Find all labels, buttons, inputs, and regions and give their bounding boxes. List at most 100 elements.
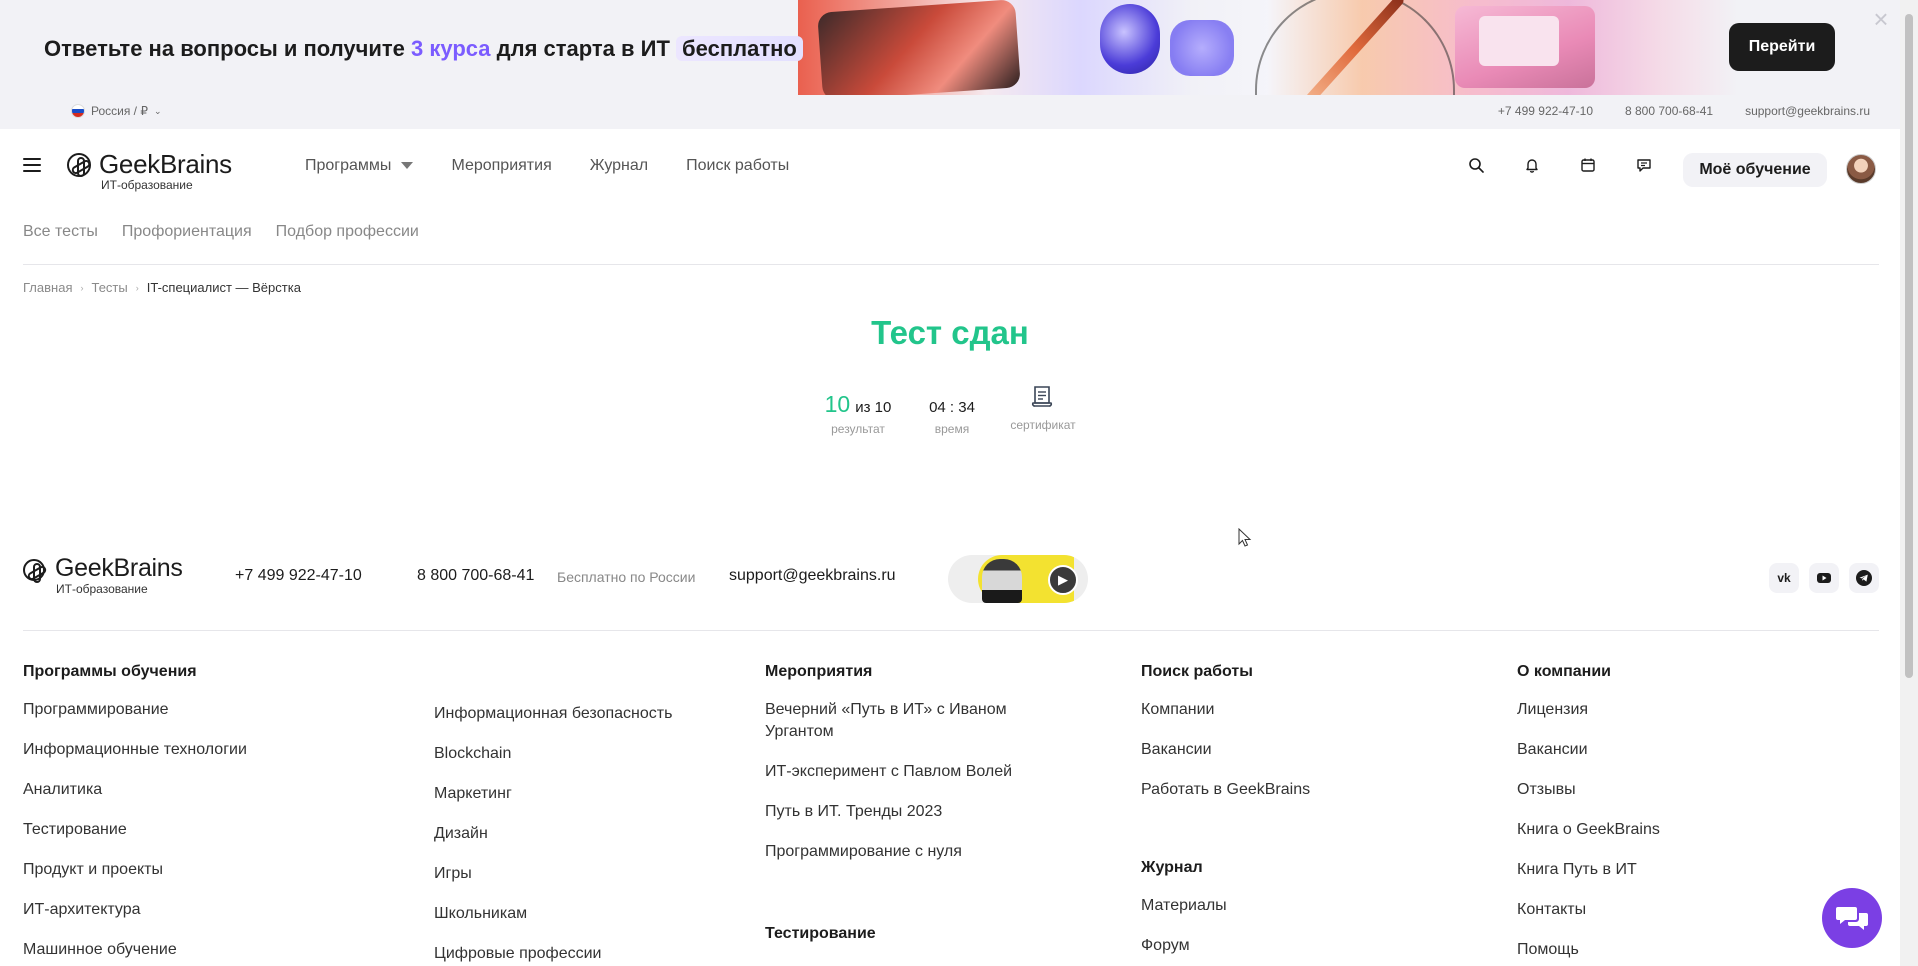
chat-icon[interactable] bbox=[1634, 155, 1654, 175]
main-header: GeekBrains ИТ-образование Программы Меро… bbox=[0, 129, 1900, 209]
footer-col-programs: Программы обучения Программирование Инфо… bbox=[23, 663, 247, 966]
footer-col-company: О компании Лицензия Вакансии Отзывы Книг… bbox=[1517, 663, 1660, 966]
footer-link[interactable]: Путь в ИТ. Тренды 2023 bbox=[765, 801, 1025, 823]
vk-icon[interactable]: vk bbox=[1769, 563, 1799, 593]
mouse-cursor-icon bbox=[1238, 528, 1252, 547]
nav-job-search[interactable]: Поиск работы bbox=[686, 157, 789, 175]
brain-logo-icon bbox=[67, 153, 91, 177]
promo-text-free: бесплатно bbox=[676, 36, 803, 61]
footer-link[interactable]: Маркетинг bbox=[434, 783, 672, 805]
calendar-icon[interactable] bbox=[1578, 155, 1598, 175]
footer-link[interactable]: Информационная безопасность bbox=[434, 703, 672, 725]
topbar-phone-1[interactable]: +7 499 922-47-10 bbox=[1498, 104, 1593, 118]
score-value: 10 из 10 bbox=[816, 390, 900, 417]
subnav-career-guidance[interactable]: Профориентация bbox=[122, 223, 252, 241]
header-icons bbox=[1466, 155, 1654, 175]
result-certificate[interactable]: сертификат bbox=[1002, 384, 1084, 432]
video-person bbox=[982, 559, 1022, 603]
footer-col-title: Мероприятия bbox=[765, 663, 873, 680]
footer-link[interactable]: Вакансии bbox=[1141, 739, 1310, 761]
promo-art-shape bbox=[1170, 20, 1234, 76]
chat-support-button[interactable] bbox=[1822, 888, 1882, 948]
topbar-email[interactable]: support@geekbrains.ru bbox=[1745, 104, 1870, 118]
score-total: из 10 bbox=[855, 399, 892, 416]
footer-link[interactable]: Программирование bbox=[23, 699, 247, 721]
footer-link[interactable]: Лицензия bbox=[1517, 699, 1660, 721]
my-learning-button[interactable]: Моё обучение bbox=[1683, 153, 1827, 187]
logo-name: GeekBrains bbox=[99, 149, 232, 179]
score-number: 10 bbox=[824, 391, 851, 417]
nav-programs[interactable]: Программы bbox=[305, 157, 414, 175]
footer-link[interactable]: Вакансии bbox=[1517, 739, 1660, 761]
divider bbox=[23, 264, 1879, 265]
footer-email[interactable]: support@geekbrains.ru bbox=[729, 567, 896, 585]
footer-phone-note: Бесплатно по России bbox=[557, 569, 696, 585]
footer-link[interactable]: Информационные технологии bbox=[23, 739, 247, 761]
avatar[interactable] bbox=[1846, 154, 1876, 184]
footer-link[interactable]: Форум bbox=[1141, 935, 1310, 957]
footer-col-title: Программы обучения bbox=[23, 663, 197, 680]
promo-banner[interactable]: Ответьте на вопросы и получите 3 курса д… bbox=[0, 0, 1900, 95]
result-time: 04 : 34 время bbox=[920, 390, 984, 436]
footer-link[interactable]: Книга Путь в ИТ bbox=[1517, 859, 1660, 881]
footer-col-jobs: Поиск работы Компании Вакансии Работать … bbox=[1141, 663, 1310, 966]
promo-go-button[interactable]: Перейти bbox=[1729, 23, 1835, 71]
footer-link[interactable]: ИТ-архитектура bbox=[23, 899, 247, 921]
play-icon[interactable]: ▶ bbox=[1048, 565, 1078, 595]
breadcrumb: Главная › Тесты › IT-специалист — Вёрстк… bbox=[23, 280, 301, 295]
chevron-down-icon: ⌄ bbox=[154, 105, 162, 116]
footer-link[interactable]: ИТ-эксперимент с Павлом Волей bbox=[765, 761, 1025, 783]
footer-link[interactable]: Компании bbox=[1141, 699, 1310, 721]
youtube-icon[interactable] bbox=[1809, 563, 1839, 593]
footer-link[interactable]: Игры bbox=[434, 863, 672, 885]
footer-link[interactable]: Blockchain bbox=[434, 743, 672, 765]
subnav-profession-selection[interactable]: Подбор профессии bbox=[276, 223, 419, 241]
promo-art-computer bbox=[1455, 6, 1595, 88]
video-thumbnail[interactable]: ▶ bbox=[948, 555, 1088, 603]
footer-link[interactable]: Машинное обучение bbox=[23, 939, 247, 961]
page-scrollbar[interactable] bbox=[1900, 0, 1918, 966]
menu-icon[interactable] bbox=[23, 158, 41, 172]
footer-link[interactable]: Продукт и проекты bbox=[23, 859, 247, 881]
bell-icon[interactable] bbox=[1522, 155, 1542, 175]
footer-link[interactable]: Работать в GeekBrains bbox=[1141, 779, 1310, 801]
nav-events[interactable]: Мероприятия bbox=[451, 157, 551, 175]
result-score: 10 из 10 результат bbox=[816, 390, 900, 437]
footer-col-title: О компании bbox=[1517, 663, 1611, 680]
footer-link[interactable]: Школьникам bbox=[434, 903, 672, 925]
footer-link[interactable]: Дизайн bbox=[434, 823, 672, 845]
search-icon[interactable] bbox=[1466, 155, 1486, 175]
footer-link[interactable]: Тестирование bbox=[23, 819, 247, 841]
topbar-phone-2[interactable]: 8 800 700-68-41 bbox=[1625, 104, 1713, 118]
footer-link[interactable]: Материалы bbox=[1141, 895, 1310, 917]
social-links: vk bbox=[1769, 563, 1879, 593]
footer-phone-1[interactable]: +7 499 922-47-10 bbox=[235, 567, 362, 585]
tests-subnav: Все тесты Профориентация Подбор професси… bbox=[23, 223, 419, 241]
footer-link[interactable]: Книга о GeekBrains bbox=[1517, 819, 1660, 841]
telegram-icon[interactable] bbox=[1849, 563, 1879, 593]
logo-subtitle: ИТ-образование bbox=[101, 178, 193, 192]
footer-link[interactable]: Помощь bbox=[1517, 939, 1660, 961]
subnav-all-tests[interactable]: Все тесты bbox=[23, 223, 98, 241]
chevron-right-icon: › bbox=[135, 282, 139, 293]
breadcrumb-tests[interactable]: Тесты bbox=[91, 280, 127, 295]
nav-journal[interactable]: Журнал bbox=[590, 157, 648, 175]
breadcrumb-home[interactable]: Главная bbox=[23, 280, 72, 295]
footer-phone-2[interactable]: 8 800 700-68-41 bbox=[417, 567, 534, 585]
footer-link[interactable]: Аналитика bbox=[23, 779, 247, 801]
footer-link[interactable]: Контакты bbox=[1517, 899, 1660, 921]
topbar: Россия / ₽ ⌄ +7 499 922-47-10 8 800 700-… bbox=[0, 95, 1900, 129]
time-label: время bbox=[934, 422, 970, 436]
footer-link[interactable]: Программирование с нуля bbox=[765, 841, 1025, 863]
close-icon[interactable]: × bbox=[1870, 6, 1892, 32]
certificate-icon[interactable] bbox=[1030, 384, 1056, 410]
footer-link[interactable]: Отзывы bbox=[1517, 779, 1660, 801]
footer-contacts: GeekBrains ИТ-образование +7 499 922-47-… bbox=[23, 554, 1879, 605]
promo-text-part: Ответьте на вопросы и получите bbox=[44, 36, 412, 61]
scrollbar-thumb[interactable] bbox=[1905, 14, 1913, 678]
caret-down-icon bbox=[401, 162, 414, 170]
footer-link[interactable]: Вечерний «Путь в ИТ» с Иваном Ургантом bbox=[765, 699, 1025, 743]
promo-art-book bbox=[817, 0, 1021, 95]
footer-link[interactable]: Цифровые профессии bbox=[434, 943, 672, 965]
region-selector[interactable]: Россия / ₽ ⌄ bbox=[71, 104, 162, 118]
